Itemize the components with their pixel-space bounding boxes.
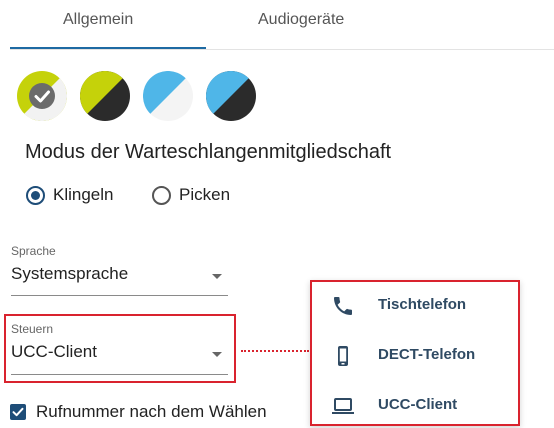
radio-picking[interactable]: Picken [152,183,230,207]
radio-picking-label: Picken [179,185,231,204]
control-label: Steuern [11,322,54,336]
option-desk-phone-label: Tischtelefon [378,296,467,313]
option-ucc-client-label: UCC-Client [378,396,458,413]
option-desk-phone[interactable]: Tischtelefon [312,284,518,328]
tab-bar: Allgemein Audiogeräte [0,0,554,52]
theme-swatch-yellow-black[interactable] [80,71,130,121]
language-label: Sprache [11,244,56,258]
radio-ringing-label: Klingeln [53,185,114,204]
radio-selected-icon [26,185,45,205]
queue-mode-heading: Modus der Warteschlangenmitgliedschaft [25,141,392,163]
selected-check-badge [29,83,55,109]
language-value: Systemsprache [11,264,129,283]
option-dect-phone[interactable]: DECT-Telefon [312,334,518,378]
control-value: UCC-Client [11,342,97,361]
chevron-down-icon [212,352,222,357]
option-ucc-client[interactable]: UCC-Client [312,384,518,428]
laptop-icon [332,398,354,414]
chevron-down-icon [212,274,222,279]
phone-icon [334,297,352,315]
mobile-phone-icon [338,346,348,366]
tab-divider [10,49,554,50]
tab-audio-devices[interactable]: Audiogeräte [258,11,344,29]
radio-ringing[interactable]: Klingeln [26,183,114,207]
language-select[interactable]: Systemsprache [11,264,228,296]
theme-swatch-blue-white[interactable] [143,71,193,121]
checkbox-checked-icon [10,404,26,420]
redial-label: Rufnummer nach dem Wählen [36,402,267,421]
option-dect-phone-label: DECT-Telefon [378,346,476,363]
control-select[interactable]: UCC-Client [11,342,228,375]
theme-swatch-blue-black[interactable] [206,71,256,121]
dotted-connector-line [241,350,309,352]
control-options-popup: Tischtelefon DECT-Telefon UCC-Client [310,280,520,426]
redial-checkbox[interactable]: Rufnummer nach dem Wählen [10,402,267,422]
tab-general[interactable]: Allgemein [63,11,133,29]
theme-swatch-yellow-gray[interactable] [17,71,67,121]
radio-unselected-icon [152,185,171,205]
